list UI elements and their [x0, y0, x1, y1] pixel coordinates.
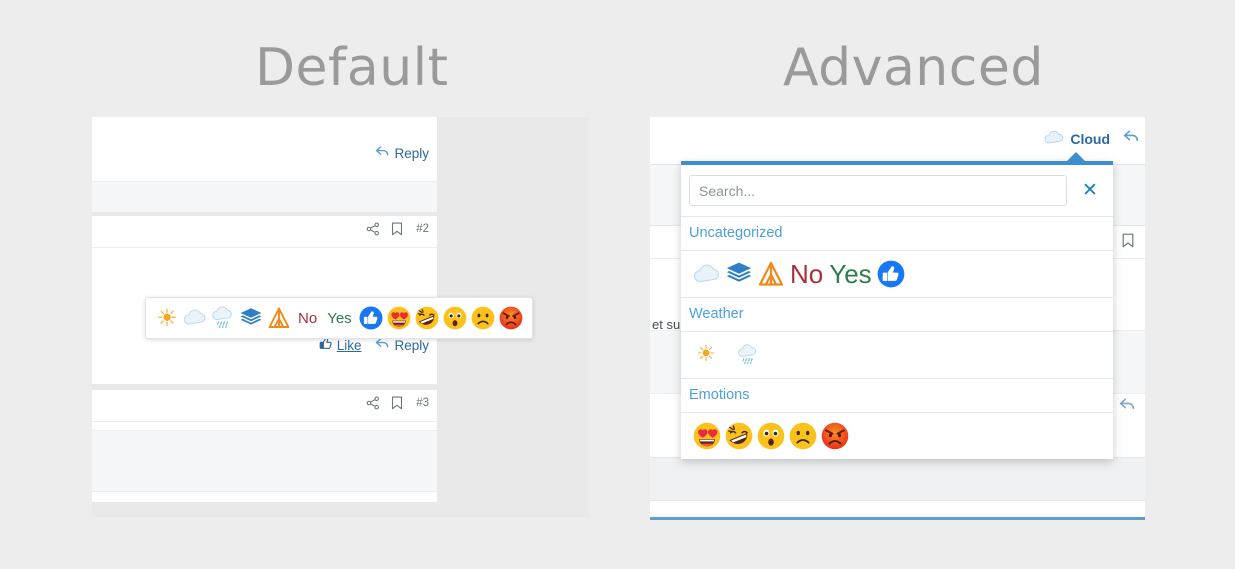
cloud-reaction-label: Cloud: [1070, 131, 1110, 147]
frowning-icon: [471, 306, 495, 330]
reaction-yes[interactable]: Yes: [323, 303, 355, 333]
reaction-angry[interactable]: [821, 419, 849, 453]
angry-icon: [499, 306, 523, 330]
thumbs-up-icon: [877, 260, 905, 288]
astonished-icon: [443, 306, 467, 330]
advanced-bottom-band: [650, 457, 1145, 501]
thumbs-up-outline-icon: [319, 337, 333, 353]
reaction-cloud[interactable]: [693, 257, 721, 291]
sun-icon: ☀: [696, 342, 716, 367]
post-2-header: #2: [92, 216, 437, 248]
post-number-3: #3: [416, 397, 429, 409]
share-icon[interactable]: [366, 396, 380, 410]
bookmark-icon[interactable]: [391, 396, 405, 410]
astonished-icon: [757, 422, 785, 450]
reaction-tent[interactable]: [757, 257, 785, 291]
reaction-cloud[interactable]: [182, 303, 208, 333]
share-icon[interactable]: [366, 222, 380, 236]
reaction-rain-cloud[interactable]: [735, 338, 761, 372]
picker-arrow: [1066, 152, 1086, 162]
advanced-header-actions: Cloud: [1044, 129, 1140, 149]
default-demo-panel: Reply #2 Like Reply #3 ☀ No Yes: [92, 117, 589, 517]
rofl-icon: [415, 306, 439, 330]
layers-icon: [239, 306, 263, 330]
post-number-2: #2: [416, 223, 429, 235]
reaction-astonished[interactable]: [757, 419, 785, 453]
tent-icon: [757, 260, 785, 288]
cloud-icon: [183, 309, 207, 326]
forum-post-1: Reply: [92, 117, 437, 212]
angry-icon: [821, 422, 849, 450]
cloud-reaction-button[interactable]: Cloud: [1044, 130, 1110, 148]
reply-arrow-icon: [375, 145, 390, 161]
reaction-bar[interactable]: ☀ No Yes: [145, 297, 533, 339]
reply-arrow-icon[interactable]: [1123, 129, 1140, 149]
reaction-frowning[interactable]: [470, 303, 496, 333]
cloud-icon: [1044, 130, 1064, 148]
reaction-heart-eyes[interactable]: [693, 419, 721, 453]
reply-button-1[interactable]: Reply: [375, 145, 429, 161]
reaction-rofl[interactable]: [725, 419, 753, 453]
reaction-rofl[interactable]: [414, 303, 440, 333]
reaction-sun[interactable]: ☀: [693, 338, 719, 372]
cloud-icon: [693, 264, 721, 284]
post-2-header-actions: #2: [366, 222, 429, 236]
post-1-reply-row: Reply: [375, 145, 429, 163]
reaction-thumbs-up[interactable]: [358, 303, 384, 333]
reply-label-1: Reply: [394, 145, 429, 161]
frowning-icon: [789, 422, 817, 450]
reply-button-2[interactable]: Reply: [375, 337, 429, 353]
picker-category-label-uncategorized: Uncategorized: [681, 217, 1113, 251]
picker-category-row-uncategorized: No Yes: [681, 251, 1113, 298]
heart-eyes-icon: [387, 306, 411, 330]
rofl-icon: [725, 422, 753, 450]
like-button[interactable]: Like: [319, 337, 362, 353]
rain-cloud-icon: [737, 344, 759, 366]
picker-category-row-weather: ☀: [681, 332, 1113, 379]
picker-category-list: Uncategorized No Yes Weather ☀ Emotions: [681, 217, 1113, 459]
picker-search-row: ✕: [681, 165, 1113, 217]
reaction-heart-eyes[interactable]: [386, 303, 412, 333]
search-input[interactable]: [689, 175, 1067, 206]
advanced-reply-button[interactable]: [1119, 397, 1136, 417]
post-3-header-actions: #3: [366, 396, 429, 410]
picker-category-label-weather: Weather: [681, 298, 1113, 332]
forum-post-3: #3: [92, 390, 437, 502]
bookmark-icon[interactable]: [391, 222, 405, 236]
reaction-no[interactable]: No: [294, 303, 321, 333]
rain-cloud-icon: [211, 306, 235, 330]
reply-arrow-icon: [375, 337, 390, 353]
post-3-quote-box: [92, 430, 437, 492]
picker-category-label-emotions: Emotions: [681, 379, 1113, 413]
thumbs-up-icon: [359, 306, 383, 330]
reaction-frowning[interactable]: [789, 419, 817, 453]
post-2-footer-actions: Like Reply: [319, 337, 429, 353]
tent-icon: [267, 306, 291, 330]
sun-icon: ☀: [156, 304, 178, 332]
picker-category-row-emotions: [681, 413, 1113, 459]
page-title-default: Default: [255, 38, 449, 98]
reaction-rain-cloud[interactable]: [210, 303, 236, 333]
close-icon[interactable]: ✕: [1077, 178, 1103, 204]
page-title-advanced: Advanced: [783, 38, 1044, 98]
reaction-astonished[interactable]: [442, 303, 468, 333]
reaction-layers[interactable]: [725, 257, 753, 291]
bookmark-icon[interactable]: [1122, 233, 1136, 248]
layers-icon: [725, 260, 753, 288]
post-3-header: #3: [92, 390, 437, 422]
reaction-sun[interactable]: ☀: [154, 303, 180, 333]
heart-eyes-icon: [693, 422, 721, 450]
reaction-yes[interactable]: Yes: [828, 257, 872, 291]
emoji-picker-popup: ✕ Uncategorized NoYes Weather ☀ Emotions: [681, 152, 1113, 459]
post-1-quote-strip: [92, 181, 437, 212]
reaction-thumbs-up[interactable]: [877, 257, 905, 291]
like-label: Like: [336, 337, 362, 353]
reply-label-2: Reply: [394, 337, 429, 353]
reaction-no[interactable]: No: [789, 257, 824, 291]
reaction-layers[interactable]: [238, 303, 264, 333]
reaction-angry[interactable]: [498, 303, 524, 333]
reaction-tent[interactable]: [266, 303, 292, 333]
